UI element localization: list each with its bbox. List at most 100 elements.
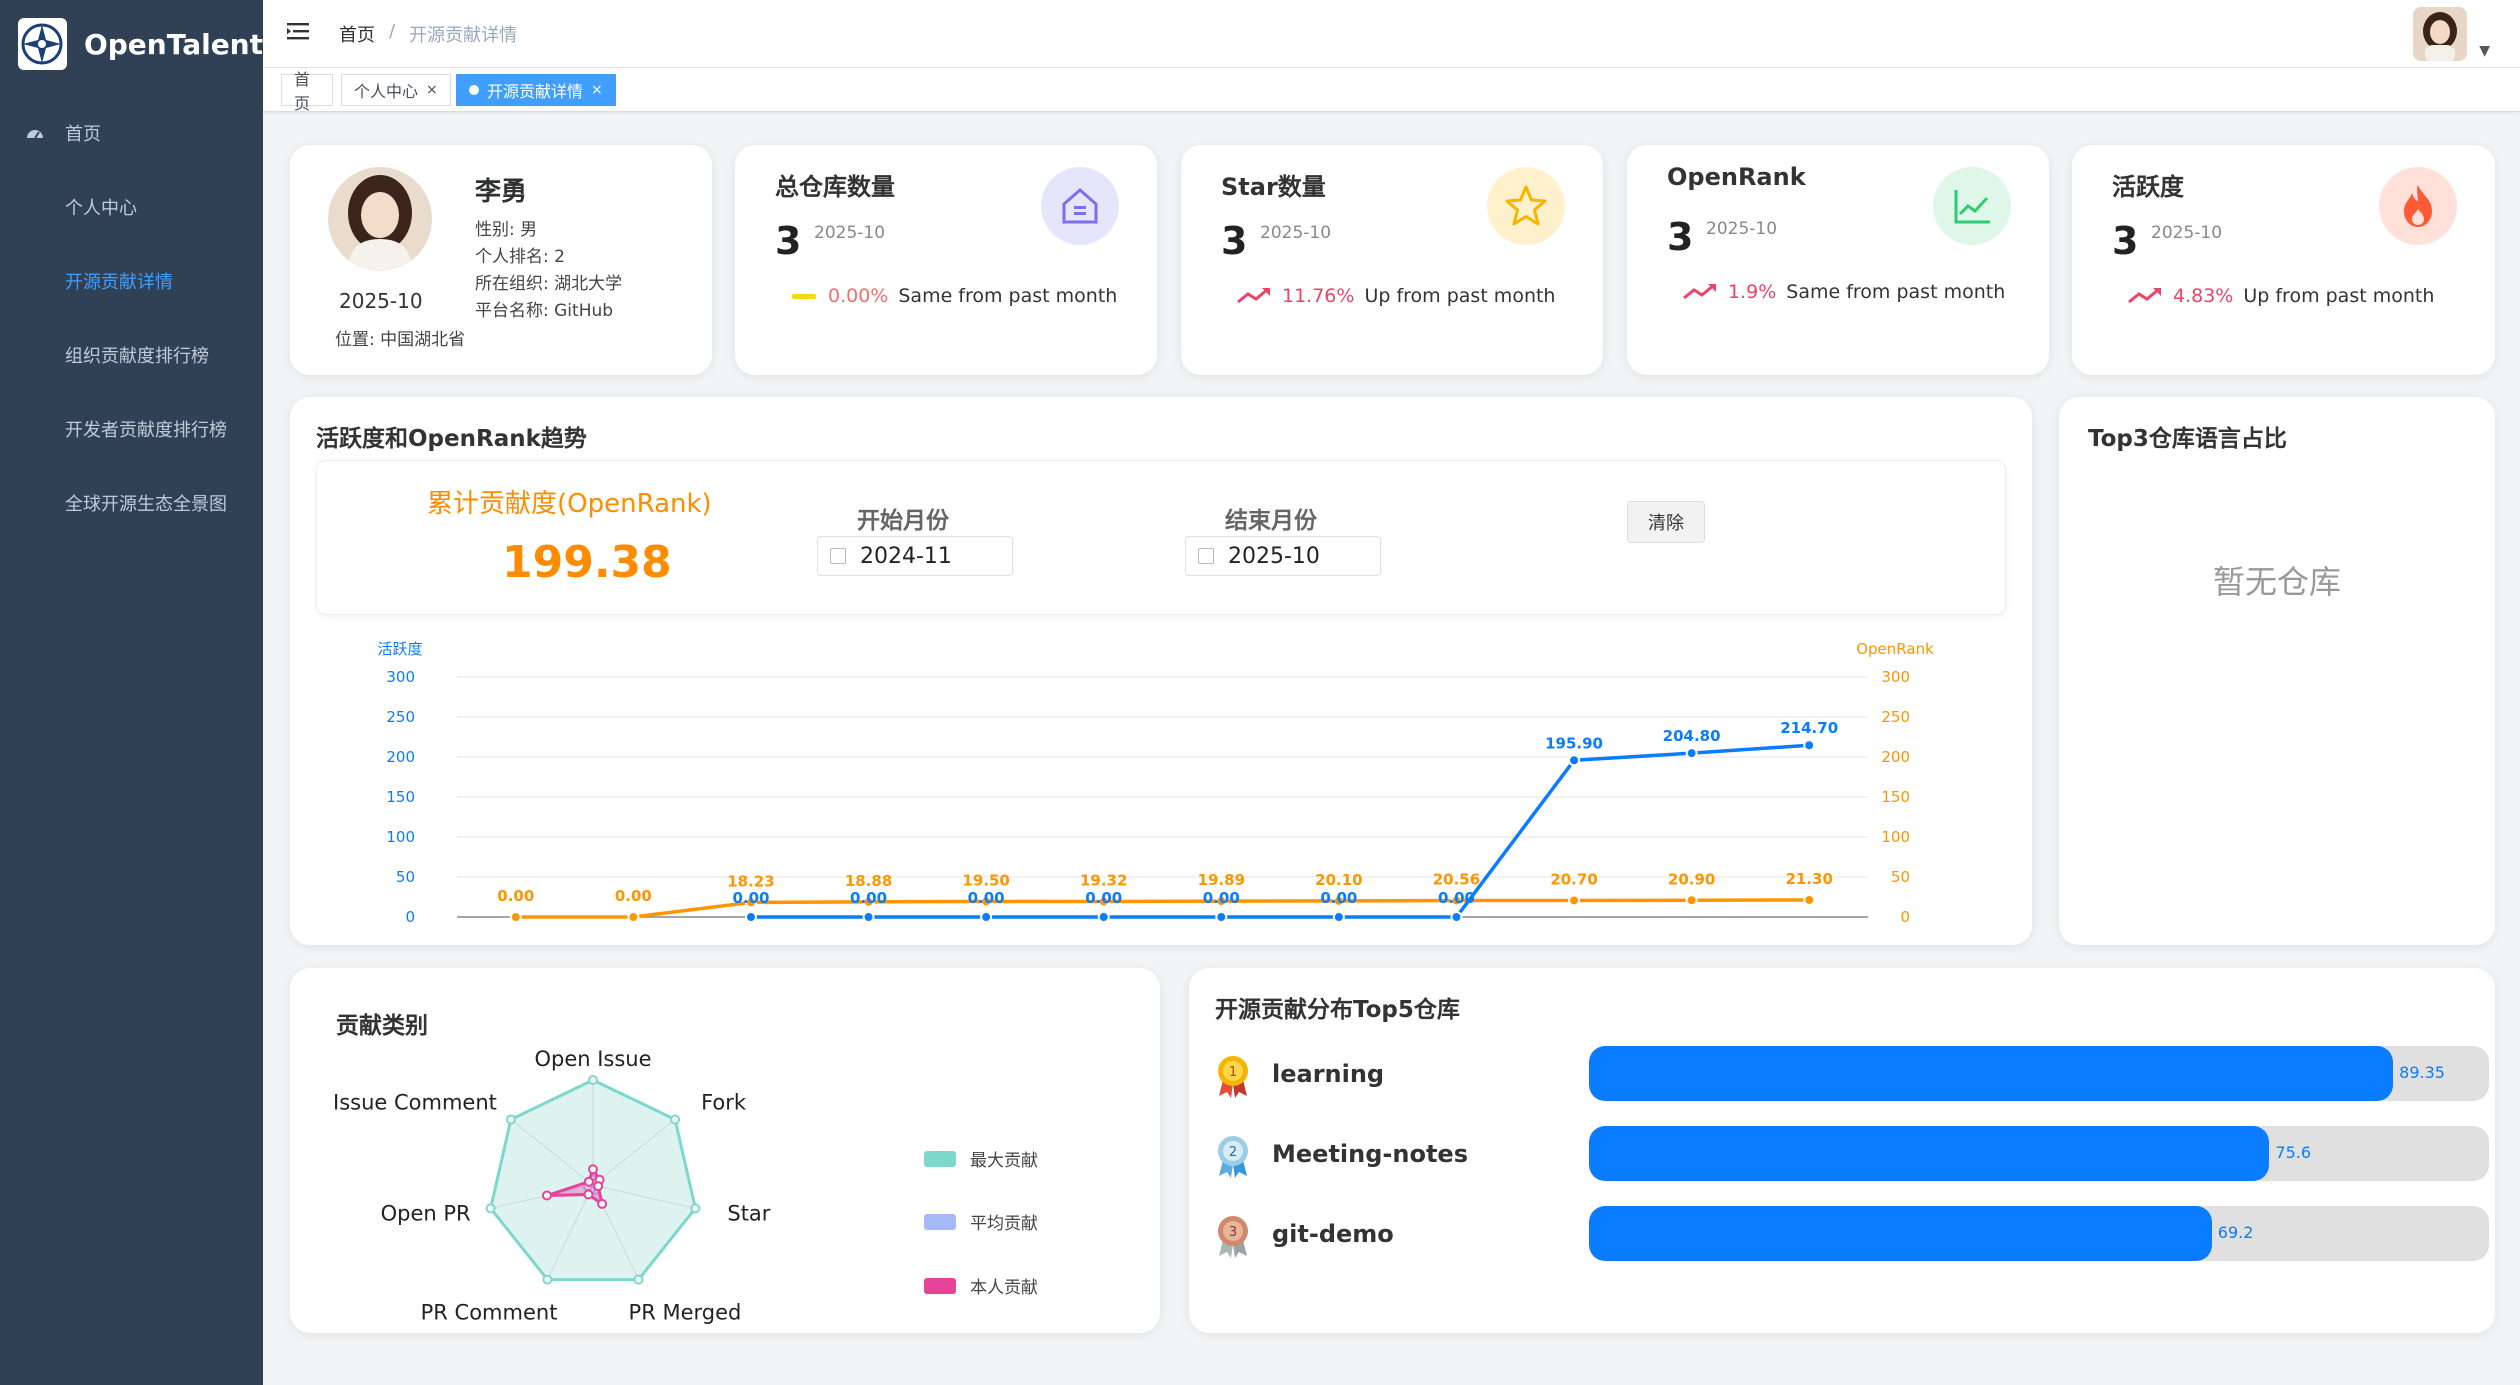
- radar-point[interactable]: [690, 1203, 701, 1214]
- avatar[interactable]: [2413, 7, 2468, 61]
- close-icon[interactable]: ×: [426, 82, 438, 98]
- sidebar-item-dev-ranking[interactable]: 开发者贡献度排行榜: [0, 392, 263, 466]
- repo-name[interactable]: learning: [1272, 1060, 1384, 1088]
- medal-rank: 2: [1229, 1145, 1237, 1160]
- hamburger-icon[interactable]: [285, 20, 311, 44]
- radar-point[interactable]: [583, 1189, 594, 1200]
- repo-row: 1 learning 89.35: [1215, 1046, 2489, 1102]
- radar-point[interactable]: [583, 1176, 594, 1187]
- data-point[interactable]: [744, 911, 757, 923]
- radar-point[interactable]: [593, 1181, 604, 1192]
- end-month-label: 结束月份: [1225, 508, 1317, 534]
- data-point[interactable]: [1450, 911, 1463, 923]
- radar-point[interactable]: [633, 1274, 644, 1285]
- star-icon: [1487, 167, 1565, 245]
- clear-button[interactable]: 清除: [1627, 501, 1705, 543]
- data-label: 19.50: [962, 871, 1009, 889]
- dashboard-icon: [27, 130, 43, 139]
- data-point[interactable]: [1568, 754, 1581, 767]
- close-icon[interactable]: ×: [591, 82, 603, 98]
- bar-track: 69.2: [1589, 1206, 2489, 1261]
- data-label: 20.10: [1315, 871, 1362, 889]
- radar-point[interactable]: [670, 1114, 681, 1125]
- data-label: 0.00: [1085, 889, 1122, 907]
- profile-platform: 平台名称: GitHub: [475, 301, 614, 321]
- x-tick-label: 2025-09: [1660, 930, 1723, 932]
- x-tick-label: 2025-06: [1308, 930, 1371, 932]
- sidebar-item-contribution-detail[interactable]: 开源贡献详情: [0, 244, 263, 318]
- sidebar-item-home[interactable]: 首页: [0, 96, 263, 170]
- radar-point[interactable]: [597, 1198, 608, 1209]
- data-point[interactable]: [1332, 911, 1345, 923]
- y-left-tick: 200: [386, 748, 415, 766]
- sidebar-item-label: 组织贡献度排行榜: [65, 346, 209, 367]
- y-right-tick: 100: [1881, 828, 1910, 846]
- data-point[interactable]: [862, 911, 875, 923]
- y-left-axis-label: 活跃度: [377, 640, 422, 658]
- x-tick-label: 2025-08: [1543, 930, 1606, 932]
- legend-item-self[interactable]: 本人贡献: [924, 1273, 1038, 1298]
- app-name: OpenTalent: [83, 27, 263, 61]
- data-point[interactable]: [509, 911, 522, 923]
- data-point[interactable]: [1215, 911, 1228, 923]
- chevron-down-icon[interactable]: ▼: [2479, 43, 2490, 59]
- top5-card-title: 开源贡献分布Top5仓库: [1215, 997, 1460, 1023]
- profile-date: 2025-10: [339, 289, 423, 313]
- radar-point[interactable]: [541, 1190, 552, 1201]
- repo-name[interactable]: Meeting-notes: [1272, 1140, 1468, 1168]
- sidebar-item-profile[interactable]: 个人中心: [0, 170, 263, 244]
- bar-track: 75.6: [1589, 1126, 2489, 1181]
- tag-profile[interactable]: 个人中心 ×: [341, 74, 451, 106]
- radar-axis-label: PR Comment: [421, 1301, 558, 1325]
- brand[interactable]: OpenTalent: [0, 0, 263, 88]
- data-point[interactable]: [627, 911, 640, 923]
- legend-item-avg[interactable]: 平均贡献: [924, 1209, 1038, 1234]
- repo-name[interactable]: git-demo: [1272, 1220, 1394, 1248]
- user-menu[interactable]: ▼: [2413, 7, 2490, 61]
- data-point[interactable]: [1803, 739, 1816, 752]
- radar-point[interactable]: [485, 1203, 496, 1214]
- data-point[interactable]: [1685, 894, 1698, 907]
- y-right-tick: 50: [1891, 868, 1910, 886]
- start-month-picker[interactable]: 2024-11: [817, 536, 1013, 576]
- radar-point[interactable]: [588, 1164, 598, 1175]
- tags-view: 首页 个人中心 × 开源贡献详情 ×: [263, 68, 2520, 113]
- data-label: 0.00: [1320, 889, 1357, 907]
- series-line-activity: [750, 743, 1810, 919]
- sidebar-item-org-ranking[interactable]: 组织贡献度排行榜: [0, 318, 263, 392]
- radar-chart: Open Issue Fork Star PR Merged PR Comment Ope…: [333, 1047, 771, 1325]
- sidebar-item-label: 首页: [65, 124, 101, 145]
- radar-point[interactable]: [542, 1274, 553, 1285]
- y-left-tick: 100: [386, 828, 415, 846]
- tag-contribution-detail[interactable]: 开源贡献详情 ×: [456, 74, 616, 106]
- profile-location: 位置: 中国湖北省: [335, 330, 466, 350]
- breadcrumb-home[interactable]: 首页: [339, 21, 375, 47]
- sidebar-item-ecosystem-map[interactable]: 全球开源生态全景图: [0, 466, 263, 540]
- radar-point[interactable]: [588, 1075, 598, 1085]
- data-point[interactable]: [980, 911, 993, 923]
- end-month-value: 2025-10: [1228, 543, 1320, 569]
- data-label: 20.70: [1550, 870, 1597, 888]
- bar-value: 89.35: [2399, 1063, 2445, 1082]
- stat-title: Star数量: [1221, 173, 1326, 201]
- top5-repos-card: 开源贡献分布Top5仓库 1 learning 89.35 2 Meeting-…: [1189, 968, 2495, 1333]
- tag-home[interactable]: 首页: [281, 70, 333, 113]
- stat-card-activity: 活跃度 3 2025-10 4.83% Up from past month: [2072, 145, 2495, 375]
- y-left-tick: 150: [386, 788, 415, 806]
- x-tick-label: 2025-03: [955, 930, 1018, 932]
- profile-org: 所在组织: 湖北大学: [475, 274, 623, 294]
- calendar-icon: [1198, 548, 1214, 564]
- end-month-picker[interactable]: 2025-10: [1185, 536, 1381, 576]
- stat-card-repos: 总仓库数量 3 2025-10 0.00% Same from past mon…: [735, 145, 1157, 375]
- data-point[interactable]: [1803, 893, 1816, 906]
- stat-value: 3: [1221, 219, 1248, 263]
- medal-rank: 3: [1229, 1225, 1237, 1240]
- legend-item-max[interactable]: 最大贡献: [924, 1146, 1038, 1171]
- profile-avatar: [328, 167, 432, 271]
- data-point[interactable]: [1685, 747, 1698, 760]
- radar-point[interactable]: [505, 1114, 516, 1125]
- data-point[interactable]: [1097, 911, 1110, 923]
- data-point[interactable]: [1568, 894, 1581, 907]
- trend-percent: 1.9%: [1728, 281, 1777, 303]
- calendar-icon: [830, 548, 846, 564]
